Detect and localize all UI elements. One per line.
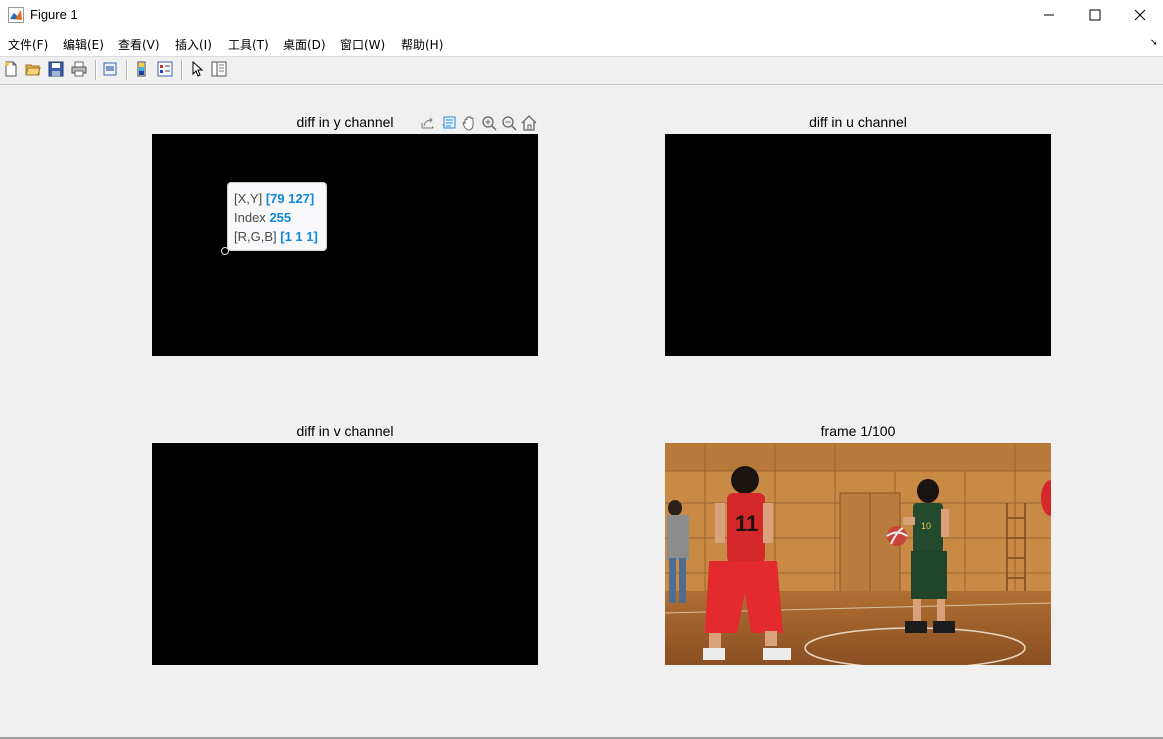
- menu-tools[interactable]: 工具(T): [228, 36, 269, 53]
- datatip-index-value: 255: [269, 210, 292, 225]
- datatip-icon: [442, 116, 456, 129]
- toolbar-separator: [181, 60, 183, 80]
- menu-overflow-icon[interactable]: ➘: [1150, 38, 1158, 48]
- datatip-xy-row: [X,Y] [79 127]: [234, 191, 314, 206]
- image-frame[interactable]: 11 10: [665, 443, 1051, 665]
- image-diff-y[interactable]: [152, 134, 538, 356]
- zoom-in-button[interactable]: [480, 114, 498, 132]
- zoom-in-icon: [482, 116, 497, 131]
- menu-edit[interactable]: 编辑(E): [63, 36, 104, 53]
- toolbar-separator: [126, 60, 128, 80]
- open-file-button[interactable]: [24, 60, 42, 78]
- zoom-out-button[interactable]: [500, 114, 518, 132]
- insert-colorbar-button[interactable]: [133, 60, 151, 78]
- image-diff-u[interactable]: [665, 134, 1051, 356]
- menu-file[interactable]: 文件(F): [8, 36, 48, 53]
- restore-view-button[interactable]: [520, 114, 538, 132]
- property-inspector-button[interactable]: [210, 60, 228, 78]
- image-diff-v[interactable]: [152, 443, 538, 665]
- axes-title-v: diff in v channel: [296, 423, 394, 439]
- figure-toolbar: [0, 56, 1163, 85]
- axes-title-u: diff in u channel: [809, 114, 907, 130]
- insert-legend-button[interactable]: [156, 60, 174, 78]
- datatip-xy-value: [79 127]: [265, 191, 315, 206]
- axes-title-y: diff in y channel: [296, 114, 394, 130]
- save-button[interactable]: [47, 60, 65, 78]
- datatip-marker[interactable]: [221, 247, 229, 255]
- datatip-index-label: Index: [234, 210, 266, 225]
- menu-desktop[interactable]: 桌面(D): [283, 36, 326, 53]
- save-icon: [48, 61, 64, 77]
- pan-button[interactable]: [460, 114, 478, 132]
- new-figure-icon: [5, 61, 17, 77]
- print-button[interactable]: [70, 60, 88, 78]
- menu-insert[interactable]: 插入(I): [175, 36, 212, 53]
- new-figure-button[interactable]: [2, 60, 20, 78]
- zoom-out-icon: [502, 116, 517, 131]
- close-button[interactable]: [1117, 0, 1163, 30]
- toolbar-separator: [95, 60, 97, 80]
- datatip-rgb-row: [R,G,B] [1 1 1]: [234, 229, 318, 244]
- property-inspector-icon: [211, 61, 227, 77]
- svg-text:11: 11: [735, 511, 758, 536]
- colorbar-icon: [137, 61, 146, 77]
- minimize-icon: [1044, 14, 1054, 16]
- basketball-frame-image: 11 10: [665, 443, 1051, 665]
- datatip-xy-label: [X,Y]: [234, 191, 263, 206]
- axes-title-frame: frame 1/100: [820, 423, 896, 439]
- datatip-rgb-value: [1 1 1]: [280, 229, 318, 244]
- pointer-icon: [192, 61, 204, 77]
- matlab-app-icon: [8, 7, 24, 23]
- menu-help[interactable]: 帮助(H): [401, 36, 443, 53]
- menu-view[interactable]: 查看(V): [118, 36, 160, 53]
- menu-window[interactable]: 窗口(W): [340, 36, 385, 53]
- window-title: Figure 1: [30, 7, 78, 22]
- print-preview-icon: [103, 62, 117, 76]
- export-icon: [421, 117, 434, 129]
- home-icon: [521, 115, 537, 131]
- print-preview-button[interactable]: [101, 60, 119, 78]
- close-icon: [1134, 9, 1146, 21]
- title-bar: [0, 0, 1163, 30]
- datatip-button[interactable]: [440, 114, 458, 132]
- datatip-rgb-label: [R,G,B]: [234, 229, 277, 244]
- datatip-popup[interactable]: [X,Y] [79 127] Index 255 [R,G,B] [1 1 1]: [227, 182, 327, 251]
- legend-icon: [157, 61, 173, 77]
- maximize-icon: [1089, 9, 1101, 21]
- minimize-button[interactable]: [1026, 0, 1072, 30]
- open-file-icon: [25, 64, 41, 76]
- pan-icon: [462, 116, 474, 131]
- datatip-index-row: Index 255: [234, 210, 291, 225]
- svg-text:10: 10: [921, 521, 931, 531]
- edit-plot-button[interactable]: [188, 60, 206, 78]
- export-button[interactable]: [419, 114, 437, 132]
- maximize-button[interactable]: [1072, 0, 1118, 30]
- print-icon: [71, 61, 87, 77]
